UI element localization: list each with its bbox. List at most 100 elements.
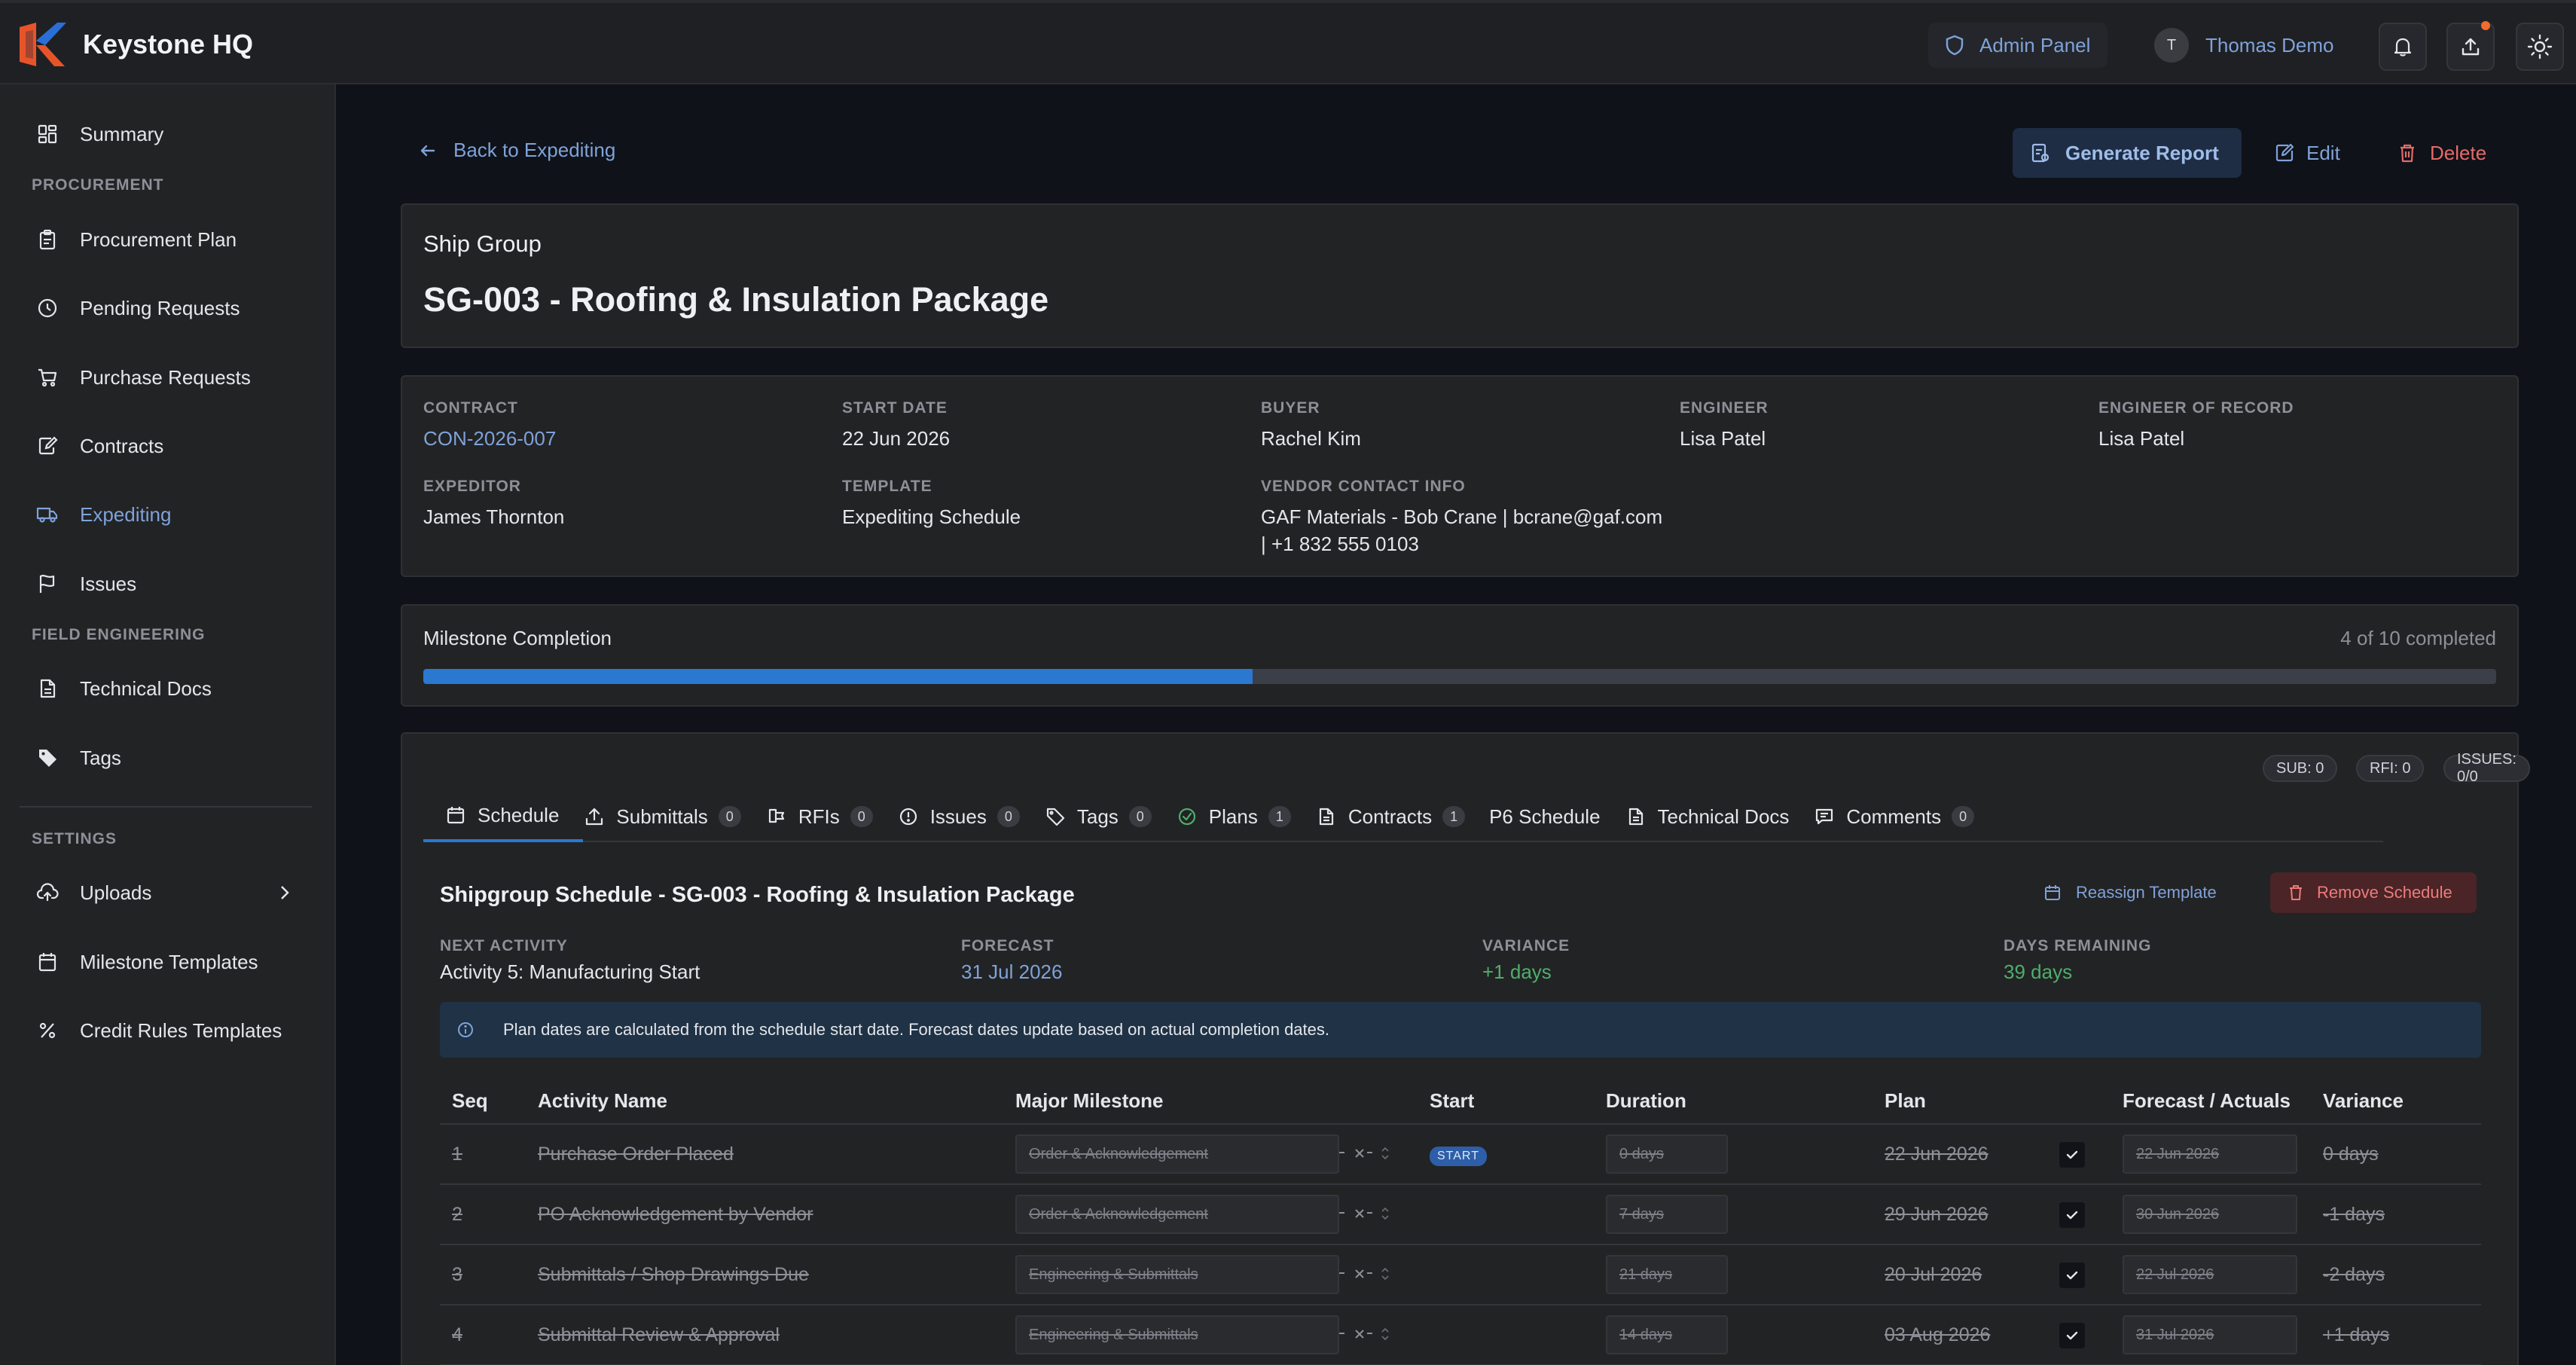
- variance-value: +1 days: [1482, 960, 1552, 983]
- template-field: TEMPLATE Expediting Schedule: [842, 478, 1021, 530]
- tab-count-badge: 0: [1128, 806, 1152, 827]
- chevron-right-icon: [279, 884, 291, 902]
- forecast-date-input[interactable]: 30 Jun 2026: [2123, 1195, 2297, 1234]
- sidebar-item-pending-requests[interactable]: Pending Requests: [33, 289, 240, 327]
- clock-icon: [33, 294, 62, 322]
- forecast-date-input[interactable]: 22 Jul 2026: [2123, 1255, 2297, 1294]
- column-header-duration: Duration: [1606, 1079, 1885, 1125]
- row-milestone-cell: Engineering & Submittals: [1015, 1305, 1430, 1365]
- milestone-select[interactable]: Engineering & Submittals: [1015, 1255, 1339, 1294]
- duration-input[interactable]: 7 days: [1606, 1195, 1728, 1234]
- duration-input[interactable]: 21 days: [1606, 1255, 1728, 1294]
- forecast-date-input[interactable]: 22 Jun 2026: [2123, 1134, 2297, 1174]
- tab-rfis[interactable]: RFIs 0: [765, 791, 897, 842]
- clear-icon[interactable]: [1352, 1206, 1367, 1221]
- sidebar-item-tags[interactable]: Tags: [33, 739, 121, 777]
- row-start-cell: [1430, 1184, 1606, 1245]
- completed-checkbox[interactable]: [2059, 1323, 2085, 1348]
- tab-issues[interactable]: Issues 0: [897, 791, 1044, 842]
- edit-button[interactable]: Edit: [2275, 128, 2340, 178]
- tab-plans[interactable]: Plans 1: [1176, 791, 1315, 842]
- row-start-cell: [1430, 1305, 1606, 1365]
- percent-icon: [33, 1016, 62, 1045]
- tab-count-badge: 1: [1268, 806, 1291, 827]
- tab-technical-docs[interactable]: Technical Docs: [1625, 791, 1814, 842]
- row-plan-cell: 29 Jun 2026: [1885, 1184, 2123, 1245]
- completed-checkbox[interactable]: [2059, 1263, 2085, 1288]
- table-header-row: Seq Activity Name Major Milestone Start …: [440, 1079, 2481, 1125]
- edit-label: Edit: [2306, 141, 2340, 164]
- upload-icon: [2459, 35, 2482, 58]
- row-plan-cell: 22 Jun 2026: [1885, 1124, 2123, 1185]
- sidebar-item-technical-docs[interactable]: Technical Docs: [33, 670, 212, 707]
- theme-toggle-button[interactable]: [2516, 23, 2564, 71]
- tab-contracts[interactable]: Contracts 1: [1315, 791, 1489, 842]
- column-header-start: Start: [1430, 1079, 1606, 1125]
- sidebar-item-contracts[interactable]: Contracts: [33, 427, 163, 465]
- duration-input[interactable]: 0 days: [1606, 1134, 1728, 1174]
- start-badge: START: [1430, 1146, 1487, 1166]
- sidebar-item-uploads[interactable]: Uploads: [33, 874, 297, 912]
- tab-label: RFIs: [798, 805, 840, 828]
- reassign-template-button[interactable]: Reassign Template: [2044, 874, 2217, 912]
- truck-icon: [33, 500, 62, 529]
- clear-icon[interactable]: [1352, 1327, 1367, 1342]
- contract-link[interactable]: CON-2026-007: [423, 425, 556, 452]
- page-title: SG-003 - Roofing & Insulation Package: [423, 280, 1049, 319]
- back-to-expediting-link[interactable]: Back to Expediting: [419, 139, 615, 162]
- delete-label: Delete: [2430, 141, 2487, 164]
- sidebar-item-credit-rules-templates[interactable]: Credit Rules Templates: [33, 1012, 282, 1049]
- sidebar-item-summary[interactable]: Summary: [33, 115, 163, 153]
- delete-button[interactable]: Delete: [2398, 128, 2486, 178]
- sidebar-item-expediting[interactable]: Expediting: [33, 496, 171, 533]
- shield-icon: [1945, 35, 1964, 56]
- tab-tags[interactable]: Tags 0: [1044, 791, 1176, 842]
- tab-p6-schedule[interactable]: P6 Schedule: [1489, 791, 1624, 842]
- engineer-field: ENGINEER Lisa Patel: [1680, 399, 1769, 452]
- tab-count-badge: 0: [1952, 806, 1975, 827]
- tab-label: Contracts: [1348, 805, 1433, 828]
- notifications-button[interactable]: [2379, 23, 2427, 71]
- forecast-date-input[interactable]: 31 Jul 2026: [2123, 1315, 2297, 1354]
- milestone-select[interactable]: Engineering & Submittals: [1015, 1315, 1339, 1354]
- template-value: Expediting Schedule: [842, 505, 1021, 528]
- chevron-updown-icon[interactable]: [1380, 1205, 1390, 1222]
- row-plan-date: 20 Jul 2026: [1885, 1263, 1982, 1285]
- chevron-updown-icon[interactable]: [1380, 1145, 1390, 1162]
- completed-checkbox[interactable]: [2059, 1142, 2085, 1168]
- generate-report-button[interactable]: Generate Report: [2013, 128, 2242, 178]
- app-name: Keystone HQ: [83, 29, 254, 60]
- chevron-updown-icon[interactable]: [1380, 1266, 1390, 1282]
- admin-panel-button[interactable]: Admin Panel: [1928, 23, 2107, 68]
- upload-button[interactable]: [2446, 21, 2495, 71]
- milestone-select[interactable]: Order & Acknowledgement: [1015, 1195, 1339, 1234]
- milestone-select[interactable]: Order & Acknowledgement: [1015, 1134, 1339, 1174]
- remove-schedule-button[interactable]: Remove Schedule: [2270, 872, 2477, 913]
- chevron-updown-icon[interactable]: [1380, 1326, 1390, 1342]
- tab-comments[interactable]: Comments 0: [1813, 791, 1998, 842]
- contract-label: CONTRACT: [423, 399, 518, 417]
- sidebar-item-procurement-plan[interactable]: Procurement Plan: [33, 221, 237, 258]
- forecast-label: FORECAST: [961, 937, 1055, 954]
- remove-schedule-label: Remove Schedule: [2317, 883, 2452, 902]
- sidebar-item-purchase-requests[interactable]: Purchase Requests: [33, 359, 251, 396]
- tag-icon: [33, 744, 62, 772]
- row-seq: 4: [440, 1305, 538, 1365]
- sidebar-item-milestone-templates[interactable]: Milestone Templates: [33, 943, 258, 981]
- duration-input[interactable]: 14 days: [1606, 1315, 1728, 1354]
- tab-schedule[interactable]: Schedule: [423, 791, 584, 842]
- sidebar-item-issues[interactable]: Issues: [33, 565, 136, 603]
- row-variance: -2 days: [2323, 1244, 2481, 1305]
- avatar: T: [2154, 28, 2189, 63]
- user-menu-button[interactable]: T Thomas Demo: [2144, 23, 2347, 68]
- table-row: 1 Purchase Order Placed Order & Acknowle…: [440, 1124, 2481, 1185]
- completed-checkbox[interactable]: [2059, 1202, 2085, 1228]
- table-row: 3 Submittals / Shop Drawings Due Enginee…: [440, 1244, 2481, 1305]
- clear-icon[interactable]: [1352, 1146, 1367, 1161]
- milestone-summary: 4 of 10 completed: [2340, 627, 2496, 649]
- tab-submittals[interactable]: Submittals 0: [583, 791, 765, 842]
- brand[interactable]: Keystone HQ: [20, 23, 253, 66]
- schedule-title: Shipgroup Schedule - SG-003 - Roofing & …: [440, 883, 1075, 907]
- clear-icon[interactable]: [1352, 1266, 1367, 1281]
- trash-icon: [2288, 884, 2303, 901]
